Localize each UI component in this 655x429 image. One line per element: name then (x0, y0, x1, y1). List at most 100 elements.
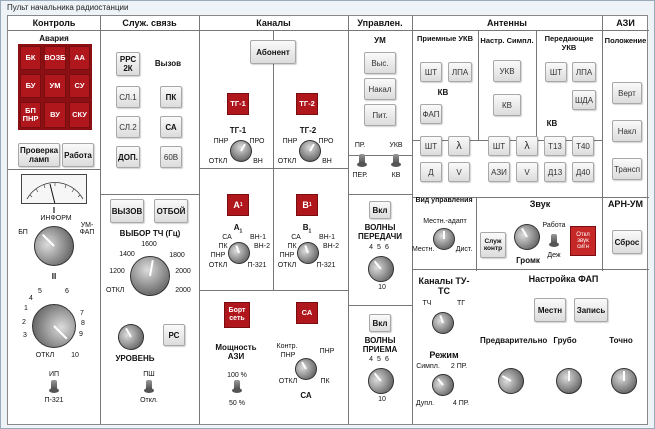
freq-label: 2000 (175, 268, 191, 275)
num: 4 (369, 356, 378, 363)
num: 5 (377, 356, 385, 363)
v60-button[interactable]: 60В (160, 146, 182, 168)
work-duty-toggle[interactable] (549, 234, 559, 247)
tx-shda-button[interactable]: ШДА (572, 90, 596, 110)
divider (476, 197, 477, 271)
waves-rx-knob[interactable] (362, 362, 400, 400)
ukv-kv-toggle[interactable] (391, 154, 401, 167)
control-type-knob[interactable] (433, 228, 455, 250)
alarm-vozb: ВОЗБ (44, 46, 66, 70)
pk-button[interactable]: ПК (160, 86, 182, 108)
a1-label-sub: 1 (239, 228, 243, 235)
tx-v-button[interactable]: V (516, 162, 538, 182)
fap-button[interactable]: ФАП (420, 104, 442, 124)
volume-knob[interactable] (509, 219, 545, 255)
rx-sht-button[interactable]: ШТ (420, 62, 442, 82)
ip-toggle[interactable] (49, 380, 59, 393)
freq-label: 1400 (119, 251, 135, 258)
dial-num: 4 (29, 295, 33, 302)
tu-ts-knob[interactable] (428, 308, 458, 338)
d13-button[interactable]: Д13 (544, 162, 566, 182)
ukv-label: УКВ (389, 142, 403, 149)
rs-button[interactable]: РС (163, 324, 185, 346)
fine-knob[interactable] (611, 368, 637, 394)
azi-power-label: Мощность АЗИ (215, 343, 257, 361)
trans-button[interactable]: Трансп (612, 158, 642, 180)
divider (199, 168, 348, 169)
pr-per-toggle[interactable] (357, 154, 367, 167)
check-lamps-button[interactable]: Проверка ламп (18, 143, 60, 167)
sa-button[interactable]: СА (160, 116, 182, 138)
fine-label: Точно (609, 336, 633, 345)
mode-knob[interactable] (427, 369, 459, 401)
rx-lambda-button[interactable]: λ (448, 136, 470, 156)
divider (348, 16, 349, 424)
p100-label: 100 % (227, 372, 247, 379)
rx-v-button[interactable]: V (448, 162, 470, 182)
power-toggle[interactable] (232, 380, 242, 393)
hangup-button[interactable]: ОТБОЙ (154, 199, 188, 223)
tx-lambda-button[interactable]: λ (516, 136, 538, 156)
subscriber-button[interactable]: Абонент (250, 40, 296, 64)
nakl-button[interactable]: Накл (612, 120, 642, 142)
reset-button[interactable]: Сброс (612, 230, 642, 254)
p321-label: П-321 (44, 397, 64, 404)
psh-toggle[interactable] (144, 380, 154, 393)
sa-indicator: СА (296, 302, 318, 324)
dist-label: Дист. (455, 246, 473, 253)
tx-azi-button[interactable]: АЗИ (488, 162, 510, 182)
divider (8, 169, 100, 170)
vert-button[interactable]: Верт (612, 82, 642, 104)
divider (8, 30, 649, 31)
pnr-label: ПНР (213, 138, 229, 145)
vkl-rx-button[interactable]: Вкл (369, 314, 391, 332)
tch-frequency-knob[interactable] (126, 252, 174, 300)
fap-record-button[interactable]: Запись (574, 298, 608, 322)
t40-button[interactable]: Т40 (572, 136, 594, 156)
per-label: ПЕР. (352, 172, 368, 179)
vn-label: ВН (253, 158, 263, 165)
tx-lpa-button[interactable]: ЛПА (572, 62, 596, 82)
rrs-button[interactable]: РРС 2К (116, 52, 140, 76)
sound-signal-off-button[interactable]: Откл звук сигн (570, 226, 596, 256)
inform-selector-knob[interactable] (25, 217, 83, 275)
fap-local-button[interactable]: Местн (534, 298, 566, 322)
dop-button[interactable]: ДОП. (116, 146, 140, 168)
section-sluzh: Служ. связь (122, 18, 177, 28)
vkl-tx-button[interactable]: Вкл (369, 201, 391, 219)
waves-rx-dial-max: 10 (378, 396, 386, 403)
waves-rx-label: ВОЛНЫ ПРИЕМА (362, 336, 398, 354)
otkl-label: ОТКЛ (208, 158, 228, 165)
sl1-button[interactable]: СЛ.1 (116, 86, 140, 108)
level-knob[interactable] (113, 319, 149, 355)
pro-label: ПРО (318, 138, 334, 145)
divider (348, 194, 412, 195)
nakal-button[interactable]: Накал (364, 78, 396, 100)
call-button[interactable]: ВЫЗОВ (110, 199, 144, 223)
tg-label: ТГ (456, 300, 466, 307)
rx-d-button[interactable]: Д (420, 162, 442, 182)
sl2-button[interactable]: СЛ.2 (116, 116, 140, 138)
preliminary-knob[interactable] (493, 363, 529, 399)
t13-button[interactable]: Т13 (544, 136, 566, 156)
pit-button[interactable]: Пит. (364, 104, 396, 126)
divider (348, 155, 412, 156)
coarse-knob[interactable] (556, 368, 582, 394)
setup-ukv-button[interactable]: УКВ (493, 60, 521, 82)
level-ii-knob[interactable] (22, 294, 86, 358)
vys-button[interactable]: Выс. (364, 52, 396, 74)
rx-kv-sht-button[interactable]: ШТ (420, 136, 442, 156)
dial-num: 10 (71, 352, 79, 359)
tx-sht-button[interactable]: ШТ (545, 62, 567, 82)
setup-kv-button[interactable]: КВ (493, 94, 521, 116)
work-button[interactable]: Работа (62, 143, 94, 167)
pk-label: ПК (320, 378, 330, 385)
dial-num: 5 (38, 288, 42, 295)
waves-tx-knob[interactable] (362, 250, 400, 288)
d40-button[interactable]: Д40 (572, 162, 594, 182)
waves-rx-dial-top: 456 (365, 356, 397, 363)
service-control-button[interactable]: Служ контр (480, 232, 506, 258)
rx-lpa-button[interactable]: ЛПА (448, 62, 472, 82)
tx-kv-sht-button[interactable]: ШТ (488, 136, 510, 156)
divider (100, 194, 199, 195)
